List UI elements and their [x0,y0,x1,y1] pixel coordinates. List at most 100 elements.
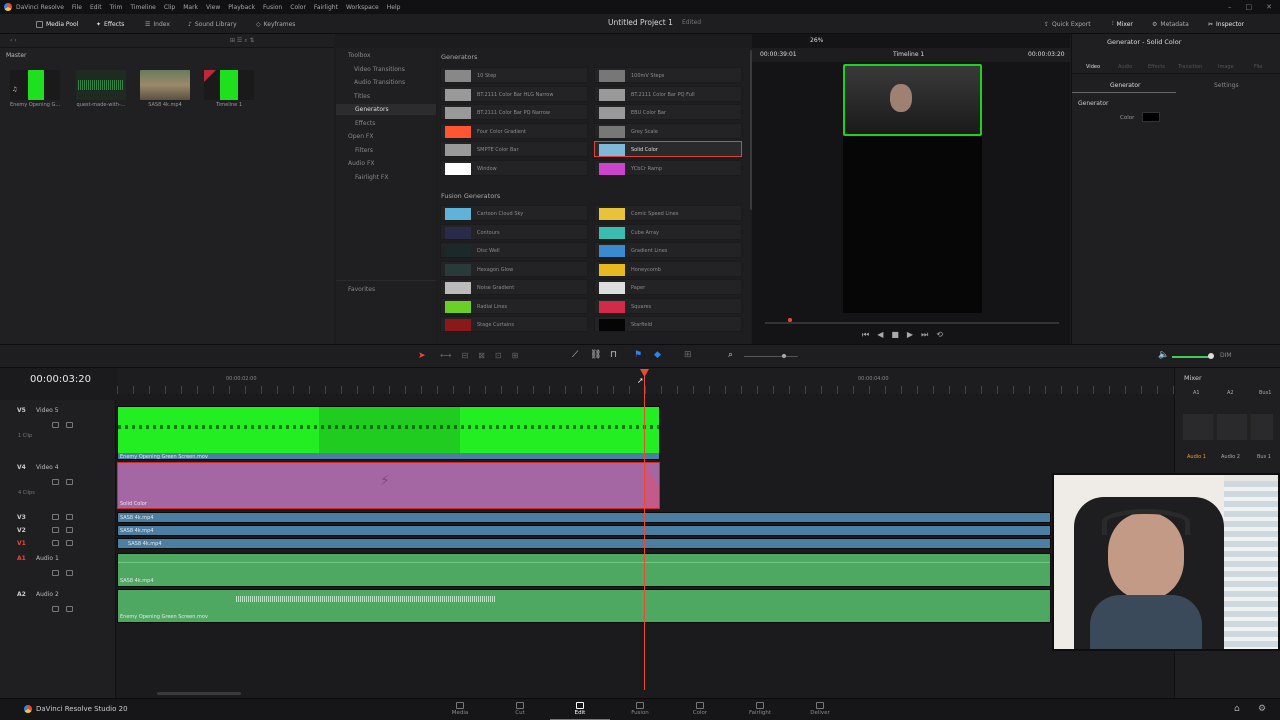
marker-icon[interactable]: ◆ [654,350,661,360]
media-clip-enemy-opening[interactable]: ♫ Enemy Opening G... [10,70,60,108]
keyframes-button[interactable]: ◇ Keyframes [256,18,295,30]
clip-v1[interactable]: SAS8 4k.mp4 [117,538,1051,549]
clip-v4-solid-color[interactable]: ⚡ Solid Color [117,462,660,509]
effects-button[interactable]: ✦ Effects [96,18,124,30]
bin-master[interactable]: Master [6,52,27,59]
track-lock-icon[interactable] [52,606,59,612]
snap-icon[interactable]: ⟋ [572,350,578,360]
track-toggle-icon[interactable] [66,527,73,533]
generator-item[interactable]: BT.2111 Color Bar PQ Narrow [440,104,588,120]
generator-item[interactable]: 100mV Steps [594,67,742,83]
track-lock-icon[interactable] [52,540,59,546]
generator-item[interactable]: BT.2111 Color Bar PQ Full [594,85,742,102]
back-icon[interactable]: ‹ › [10,37,17,44]
inspector-tab-file[interactable]: File [1254,64,1262,70]
tree-generators[interactable]: Generators [336,104,436,115]
dim-button[interactable]: DIM [1220,352,1232,359]
flag-icon[interactable]: ⚑ [634,350,642,360]
metadata-button[interactable]: ⚙ Metadata [1152,18,1189,30]
home-icon[interactable]: ⌂ [1234,704,1240,714]
track-lock-icon[interactable] [52,570,59,576]
section-generator[interactable]: Generator [1078,100,1108,107]
page-cut[interactable]: Cut [490,699,550,720]
sound-library-button[interactable]: ♪ Sound Library [188,18,237,30]
edit-tools-icon[interactable]: ⟷⊟⊠⊡⊞ [440,351,528,360]
inspector-tab-video[interactable]: Video [1086,64,1100,70]
track-lock-icon[interactable] [52,514,59,520]
zoom-fit-icon[interactable]: ⊞ [684,350,692,360]
viewer-scrubber[interactable] [765,322,1059,324]
generator-item[interactable]: Grey Scale [594,122,742,139]
generator-item[interactable]: SMPTE Color Bar [440,141,588,157]
fusion-generator-item[interactable]: Contours [440,223,588,240]
menu-color[interactable]: Color [290,4,306,11]
menu-workspace[interactable]: Workspace [346,4,379,11]
mixer-button[interactable]: ⫶ Mixer [1112,18,1133,30]
clip-a1[interactable]: SAS8 4k.mp4 [117,553,1051,587]
fusion-generator-item[interactable]: Radial Lines [440,297,588,314]
menu-fusion[interactable]: Fusion [263,4,282,11]
menu-clip[interactable]: Clip [164,4,175,11]
timeline-playhead[interactable] [644,370,645,690]
fusion-generator-item[interactable]: Cube Array [594,223,742,240]
settings-gear-icon[interactable]: ⚙ [1258,704,1266,714]
volume-icon[interactable]: 🔈 [1158,350,1169,360]
clip-a2[interactable]: Enemy Opening Green Screen.mov [117,589,1051,623]
fusion-generator-item[interactable]: Hexagon Glow [440,260,588,277]
track-toggle-icon[interactable] [66,606,73,612]
menu-trim[interactable]: Trim [110,4,123,11]
skip-start-icon[interactable]: ⏮ [862,330,869,340]
fusion-generator-item[interactable]: Paper [594,279,742,295]
play-icon[interactable]: ▶ [907,330,913,340]
fusion-generator-item[interactable]: Comic Speed Lines [594,205,742,221]
inspector-button[interactable]: ✂ Inspector [1208,18,1244,30]
zoom-icon[interactable]: ⌕ [728,350,733,360]
menu-fairlight[interactable]: Fairlight [314,4,338,11]
inspector-tab-transition[interactable]: Transition [1178,64,1202,70]
track-toggle-icon[interactable] [66,570,73,576]
fusion-generator-item[interactable]: Noise Gradient [440,279,588,295]
fusion-generator-item[interactable]: Stage Curtains [440,316,588,332]
loop-icon[interactable]: ⟲ [936,330,943,340]
page-deliver[interactable]: Deliver [790,699,850,720]
zoom-slider-handle[interactable] [782,354,786,358]
generator-item[interactable]: Four Color Gradient [440,122,588,139]
page-color[interactable]: Color [670,699,730,720]
tree-filters[interactable]: Filters [355,147,373,154]
track-lock-icon[interactable] [52,422,59,428]
generator-item[interactable]: BT.2111 Color Bar HLG Narrow [440,85,588,102]
link-icon[interactable]: ⛓ [590,350,601,360]
menu-edit[interactable]: Edit [90,4,102,11]
fusion-generator-item[interactable]: Disc Well [440,242,588,258]
menu-file[interactable]: File [72,4,82,11]
stop-icon[interactable]: ■ [891,330,899,340]
subtab-settings[interactable]: Settings [1214,82,1239,89]
media-clip-audio[interactable]: quest-made-with-... [76,70,126,108]
favorites-header[interactable]: Favorites [348,286,375,293]
tree-open-fx[interactable]: Open FX [348,133,374,140]
track-toggle-icon[interactable] [66,540,73,546]
skip-end-icon[interactable]: ⏭ [921,330,928,340]
timeline-scrollbar[interactable] [157,692,241,695]
lock-icon[interactable]: ⊓ [610,350,617,360]
media-clip-sas8[interactable]: SAS8 4k.mp4 [140,70,190,108]
menu-playback[interactable]: Playback [228,4,255,11]
tree-audio-transitions[interactable]: Audio Transitions [354,79,405,86]
selection-tool-icon[interactable]: ➤ [418,351,426,361]
master-volume-slider[interactable] [1172,356,1212,358]
menu-mark[interactable]: Mark [183,4,198,11]
tree-fairlight-fx[interactable]: Fairlight FX [355,174,388,181]
zoom-level[interactable]: 26% [810,37,823,44]
track-toggle-icon[interactable] [66,422,73,428]
zoom-slider[interactable] [744,356,798,357]
menu-view[interactable]: View [206,4,220,11]
minimize-icon[interactable]: – [1228,3,1232,11]
track-lock-icon[interactable] [52,527,59,533]
color-swatch[interactable] [1142,112,1160,122]
volume-handle[interactable] [1208,353,1214,359]
tree-titles[interactable]: Titles [354,93,370,100]
fusion-generator-item[interactable]: Honeycomb [594,260,742,277]
page-edit[interactable]: Edit [550,699,610,720]
page-fusion[interactable]: Fusion [610,699,670,720]
track-toggle-icon[interactable] [66,479,73,485]
